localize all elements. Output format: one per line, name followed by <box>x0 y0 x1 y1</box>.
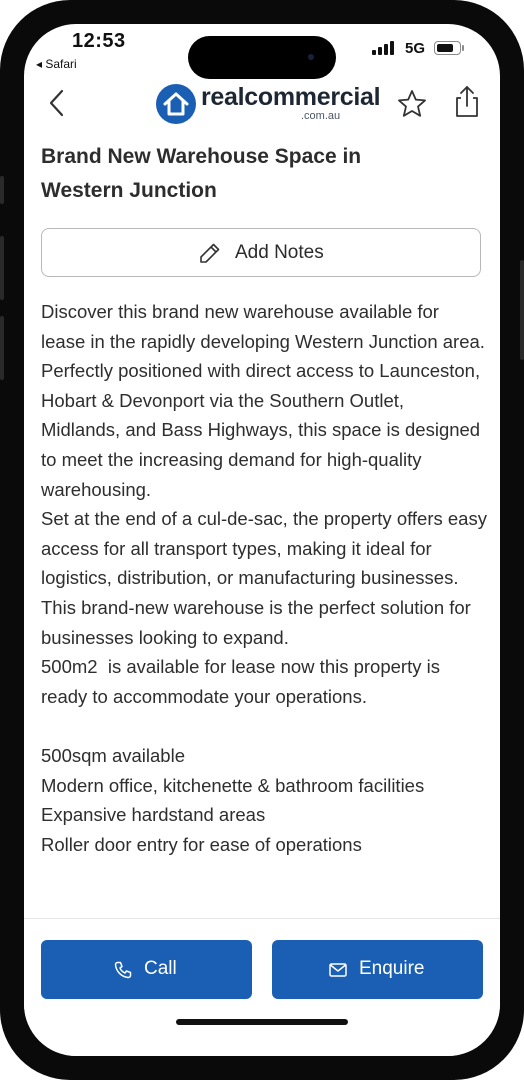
camera-dot <box>308 54 314 60</box>
volume-up-button <box>0 236 4 300</box>
add-notes-button[interactable]: Add Notes <box>41 228 481 277</box>
back-to-safari-link[interactable]: ◂ Safari <box>36 57 77 71</box>
logo-text: realcommercial <box>201 83 381 111</box>
battery-level <box>436 43 454 52</box>
side-button <box>520 260 524 360</box>
battery-tip <box>462 45 464 51</box>
volume-down-button <box>0 316 4 380</box>
house-icon <box>156 84 196 124</box>
app-header: realcommercial .com.au <box>24 80 500 128</box>
call-label: Call <box>144 958 177 979</box>
phone-icon <box>114 961 132 979</box>
dynamic-island <box>188 36 336 79</box>
star-icon[interactable] <box>396 88 428 120</box>
enquire-button[interactable]: Enquire <box>272 940 483 999</box>
realcommercial-logo: realcommercial .com.au <box>156 82 381 126</box>
enquire-label: Enquire <box>359 958 425 979</box>
mute-switch <box>0 176 4 204</box>
home-indicator[interactable] <box>176 1019 348 1025</box>
listing-description: Discover this brand new warehouse availa… <box>41 301 487 855</box>
action-bar: Call Enquire <box>24 918 500 1056</box>
screen: 12:53 ◂ Safari 5G realcommercial .com.au <box>24 24 500 1056</box>
logo-domain: .com.au <box>301 110 341 122</box>
status-time: 12:53 <box>72 30 126 52</box>
status-bar: 12:53 ◂ Safari 5G <box>24 24 500 88</box>
listing-title: Brand New Warehouse Space in Western Jun… <box>41 145 362 202</box>
share-icon[interactable] <box>452 84 482 120</box>
signal-icon <box>372 41 396 55</box>
pencil-icon <box>200 243 220 263</box>
chevron-left-icon[interactable] <box>44 86 70 120</box>
call-button[interactable]: Call <box>41 940 252 999</box>
battery-icon <box>434 41 461 55</box>
mail-icon <box>329 963 347 977</box>
add-notes-label: Add Notes <box>235 242 324 263</box>
network-type: 5G <box>405 40 426 57</box>
